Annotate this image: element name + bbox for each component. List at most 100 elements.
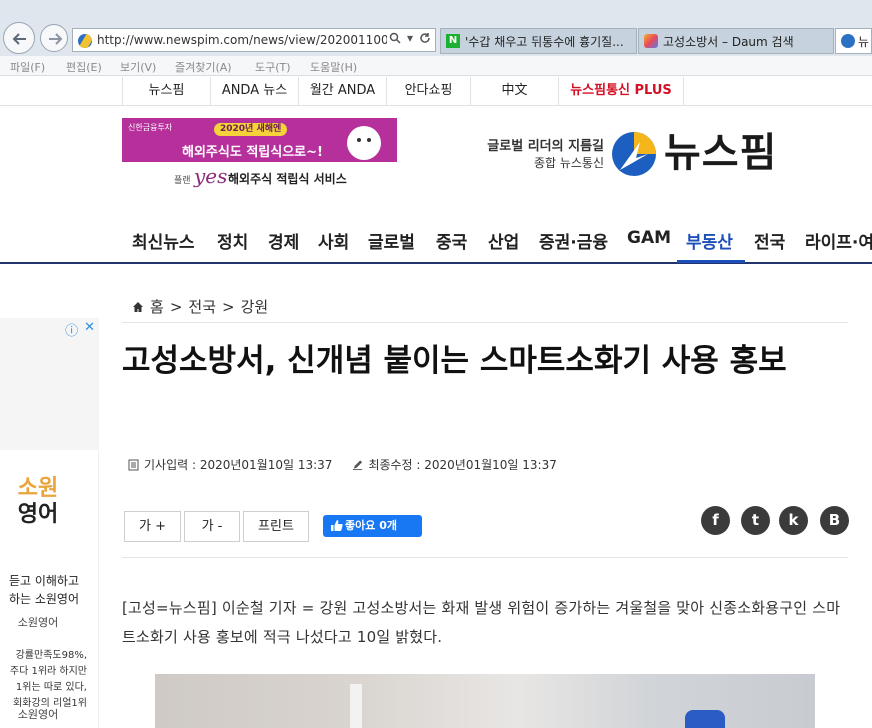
breadcrumb-gangwon[interactable]: 강원: [241, 296, 269, 317]
font-increase-button[interactable]: 가 +: [124, 511, 181, 542]
breadcrumb-regional[interactable]: 전국: [188, 296, 216, 317]
search-icon[interactable]: [389, 32, 401, 44]
menu-favorites[interactable]: 즐겨찾기(A): [175, 59, 232, 75]
address-url[interactable]: http://www.newspim.com/news/view/2020011…: [97, 33, 387, 47]
browser-toolbar: http://www.newspim.com/news/view/2020011…: [0, 0, 872, 56]
print-button[interactable]: 프린트: [243, 511, 309, 542]
side-ad-desc-line: 주다 1위라 하지만: [9, 666, 87, 677]
cat-gam[interactable]: GAM: [627, 228, 671, 260]
ad-info-icon[interactable]: ⓘ: [65, 320, 78, 339]
side-ad-brand: 소원 영어: [2, 476, 74, 528]
share-blog-button[interactable]: B: [820, 506, 849, 535]
article-meta: 기사입력 : 2020년01월10일 13:37 최종수정 : 2020년01월…: [128, 456, 557, 473]
cat-global[interactable]: 글로벌: [368, 228, 415, 260]
tab-label: 뉴: [858, 35, 870, 49]
facebook-like-button[interactable]: 좋아요 0개: [323, 515, 422, 537]
ad-badge: 2020년 새해엔: [214, 123, 288, 136]
divider: [122, 322, 848, 323]
cat-securities[interactable]: 증권·금융: [539, 228, 608, 260]
tab-daum-search[interactable]: 고성소방서 – Daum 검색: [638, 28, 834, 54]
cat-life[interactable]: 라이프·여: [805, 228, 872, 260]
cat-real-estate[interactable]: 부동산: [686, 228, 733, 260]
article-photo: [155, 674, 815, 728]
menu-tools[interactable]: 도구(T): [255, 59, 291, 75]
article-headline: 고성소방서, 신개념 붙이는 스마트소화기 사용 홍보: [122, 343, 787, 379]
share-kakao-button[interactable]: k: [779, 506, 808, 535]
side-ad-copy: 듣고 이해하고 하는 소원영어: [0, 572, 99, 608]
side-ad-desc-line: 1위는 따로 있다,: [15, 682, 87, 693]
menu-view[interactable]: 보기(V): [120, 59, 156, 75]
forward-button[interactable]: [40, 24, 68, 52]
newspim-logo-text[interactable]: 뉴스핌: [664, 128, 777, 178]
cat-industry[interactable]: 산업: [488, 228, 519, 260]
side-ad-desc-line: 강률만족도98%,: [15, 650, 87, 661]
ad-sub-text: 해외주식 적립식 서비스: [228, 172, 347, 186]
ad-close-icon[interactable]: ✕: [84, 320, 95, 339]
strip-monthly-anda[interactable]: 월간 ANDA: [298, 77, 386, 105]
header-ad-banner[interactable]: 신한금융투자 2020년 새해엔 해외주식도 적립식으로~!: [122, 118, 397, 162]
side-ad[interactable]: ⓘ ✕ 소원 영어 듣고 이해하고 하는 소원영어 소원영어 강률만족도98%,…: [0, 318, 99, 728]
modified-date: 최종수정 : 2020년01월10일 13:37: [368, 458, 557, 472]
side-ad-desc: 강률만족도98%, 주다 1위라 하지만 1위는 따로 있다, 회화강의 리얼1…: [0, 648, 99, 712]
ad-sub-prefix: 플랜: [174, 176, 191, 186]
breadcrumb-separator: >: [222, 297, 235, 316]
newspim-logo-icon[interactable]: [610, 130, 658, 178]
tab-label: '수갑 채우고 뒤통수에 흉기질...: [465, 35, 624, 49]
dropdown-arrow-icon[interactable]: ▾: [407, 31, 413, 45]
font-decrease-button[interactable]: 가 -: [184, 511, 240, 542]
side-brand-line1: 소원: [17, 476, 59, 501]
slogan-line1: 글로벌 리더의 지름길: [487, 139, 604, 154]
cat-economy[interactable]: 경제: [268, 228, 299, 260]
category-nav: 최신뉴스 정치 경제 사회 글로벌 중국 산업 증권·금융 GAM 부동산 전국…: [0, 218, 872, 264]
facebook-like-label: 좋아요 0개: [345, 519, 397, 532]
cat-latest[interactable]: 최신뉴스: [132, 228, 195, 260]
ad-yes-logo: yes: [194, 164, 228, 188]
site-favicon-icon: [78, 34, 92, 48]
address-bar[interactable]: http://www.newspim.com/news/view/2020011…: [72, 28, 436, 52]
ad-subline[interactable]: 플랜 yes 해외주식 적립식 서비스: [122, 164, 397, 190]
side-ad-copy-line1: 듣고 이해하고: [8, 574, 79, 588]
document-icon: [128, 459, 139, 470]
back-button[interactable]: [3, 22, 35, 54]
cat-society[interactable]: 사회: [318, 228, 349, 260]
menu-edit[interactable]: 편집(E): [66, 59, 102, 75]
published-date: 기사입력 : 2020년01월10일 13:37: [144, 458, 333, 472]
strip-newspim[interactable]: 뉴스핌: [122, 77, 210, 105]
cat-regional[interactable]: 전국: [754, 228, 785, 260]
tab-news-1[interactable]: N '수갑 채우고 뒤통수에 흉기질...: [440, 28, 637, 54]
divider: [122, 557, 848, 558]
header-slogan: 글로벌 리더의 지름길 종합 뉴스통신: [470, 138, 604, 172]
newspim-favicon-icon: [841, 34, 855, 48]
strip-anda-news[interactable]: ANDA 뉴스: [210, 77, 298, 105]
strip-anda-shopping[interactable]: 안다쇼핑: [386, 77, 470, 105]
tab-newspim[interactable]: 뉴: [835, 28, 872, 54]
arrow-right-icon: [49, 33, 63, 45]
strip-chinese[interactable]: 中文: [470, 77, 558, 105]
pencil-icon: [353, 459, 363, 470]
ad-sponsor: 신한금융투자: [128, 123, 173, 132]
active-category-underline: [677, 260, 745, 263]
arrow-left-icon: [12, 33, 26, 45]
refresh-icon[interactable]: [419, 32, 431, 44]
share-facebook-button[interactable]: f: [701, 506, 730, 535]
share-twitter-button[interactable]: t: [741, 506, 770, 535]
side-ad-source-2: 소원영어: [17, 708, 59, 721]
cat-china[interactable]: 중국: [436, 228, 467, 260]
naver-favicon-icon: N: [446, 34, 460, 48]
cat-politics[interactable]: 정치: [217, 228, 248, 260]
side-ad-copy-line2: 하는 소원영어: [8, 592, 79, 606]
article-body: [고성=뉴스핌] 이순철 기자 = 강원 고성소방서는 화재 발생 위험이 증가…: [122, 599, 841, 646]
menu-file[interactable]: 파일(F): [10, 59, 45, 75]
breadcrumb-home[interactable]: 홈: [150, 296, 164, 317]
menu-help[interactable]: 도움말(H): [310, 59, 357, 75]
menu-bar: 파일(F) 편집(E) 보기(V) 즐겨찾기(A) 도구(T) 도움말(H): [0, 56, 872, 76]
breadcrumb-separator: >: [169, 297, 183, 316]
thumbs-up-icon: [331, 520, 343, 531]
home-icon[interactable]: [132, 301, 144, 313]
ad-bear-mascot-icon: [347, 126, 381, 160]
strip-newspim-plus[interactable]: 뉴스핌통신 PLUS: [558, 77, 684, 105]
tab-label: 고성소방서 – Daum 검색: [663, 35, 794, 49]
side-brand-line2: 영어: [17, 502, 59, 527]
ad-headline: 해외주식도 적립식으로~!: [182, 145, 323, 160]
daum-favicon-icon: [644, 34, 658, 48]
